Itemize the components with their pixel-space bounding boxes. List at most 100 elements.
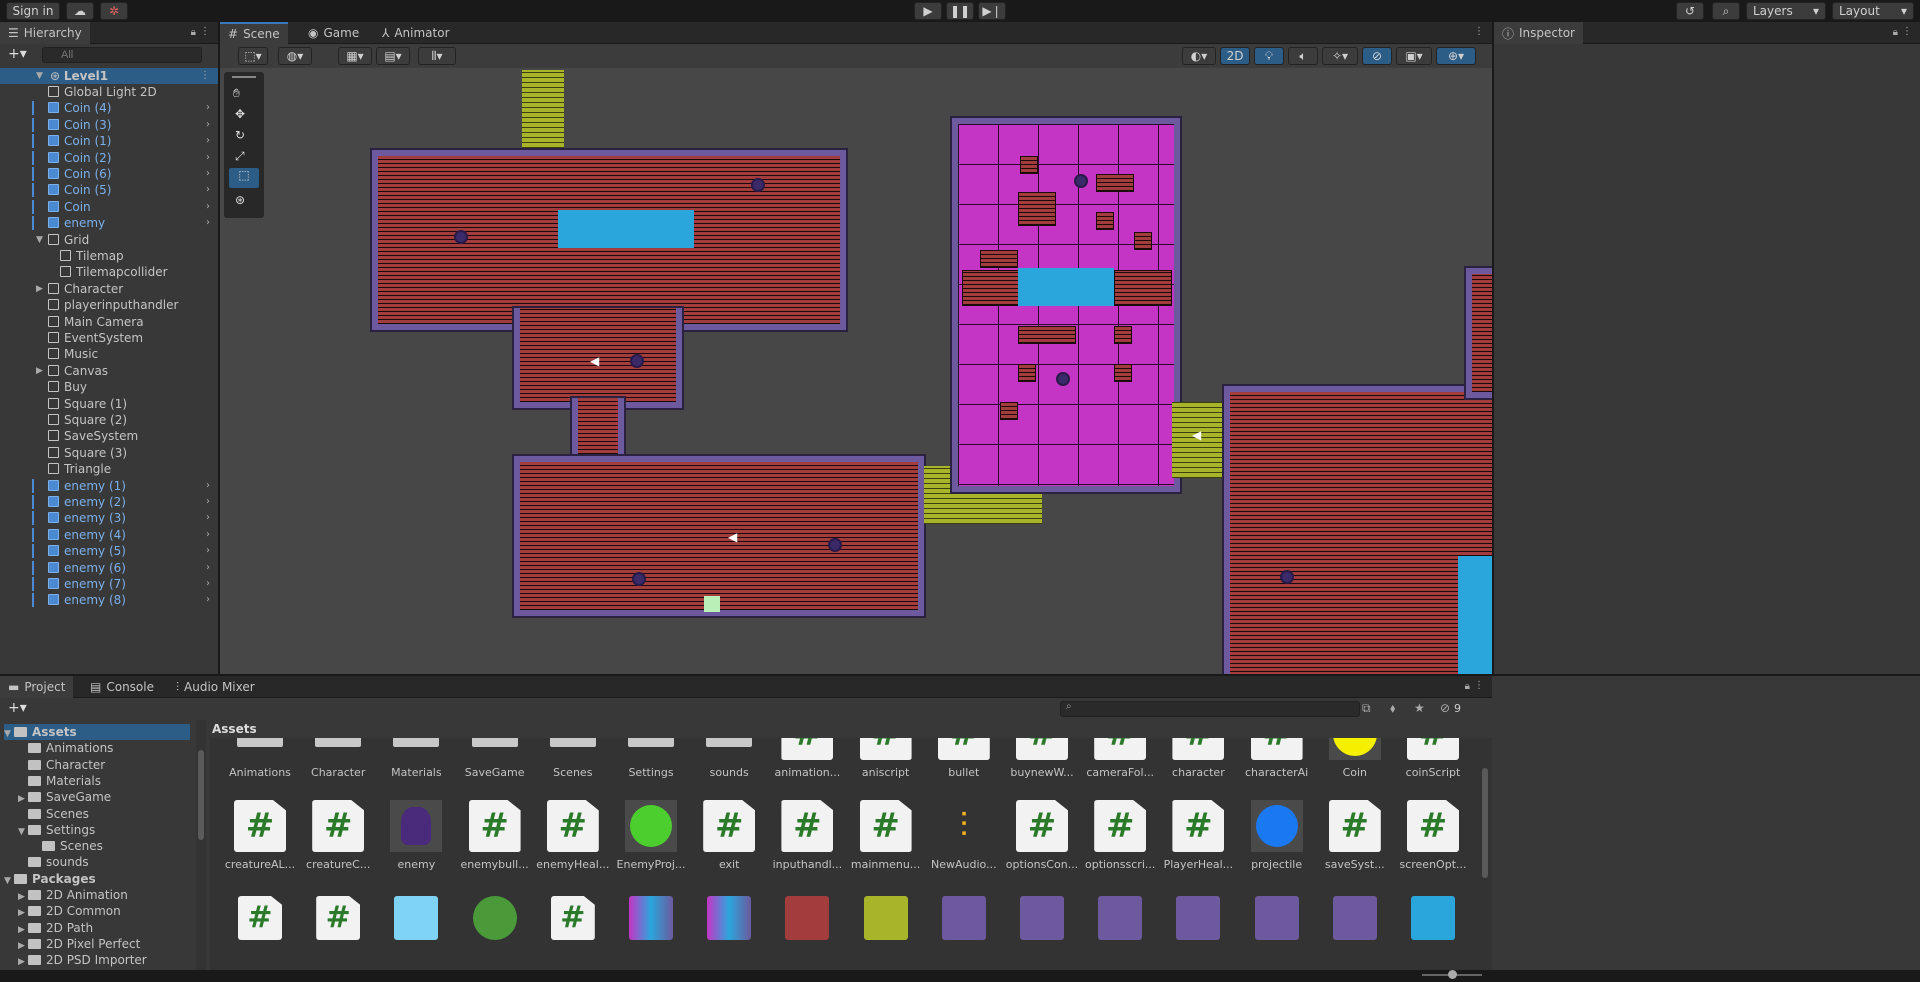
hierarchy-item[interactable]: Square (2) [0, 412, 218, 428]
tab-game[interactable]: ◉ Game [300, 22, 367, 44]
asset-item[interactable]: EnemyProj... [611, 800, 691, 871]
asset-item[interactable]: # animation... [767, 738, 847, 779]
asset-item[interactable]: # enemyHeal... [533, 800, 613, 871]
hierarchy-item[interactable]: Music [0, 346, 218, 362]
asset-item[interactable]: # creatureAL... [220, 800, 300, 871]
snap-increment-icon[interactable]: ▤▾ [376, 47, 410, 65]
hierarchy-item[interactable]: Coin (1) › [0, 133, 218, 149]
more-icon[interactable]: ⋮ [1474, 680, 1484, 691]
scale-tool-icon[interactable]: ⤢ [235, 149, 245, 164]
asset-item[interactable]: # saveSyst... [1315, 800, 1395, 871]
expand-arrow-icon[interactable]: ▼ [4, 873, 14, 889]
hidden-objects-icon[interactable]: ⊘ [1362, 47, 1392, 65]
draw-mode-button[interactable]: ⬚▾ [238, 47, 268, 65]
hierarchy-item[interactable]: playerinputhandler [0, 297, 218, 313]
hierarchy-item[interactable]: enemy (5) › [0, 543, 218, 559]
wall-tile-icon[interactable] [1332, 896, 1377, 940]
chevron-right-icon[interactable]: › [206, 510, 210, 526]
tab-animator[interactable]: ⅄ Animator [374, 22, 458, 44]
project-tree-item[interactable]: Scenes [32, 838, 190, 854]
enemy-sprite[interactable] [634, 574, 644, 584]
asset-item[interactable]: # creatureC... [298, 800, 378, 871]
tree-scrollbar[interactable] [196, 720, 206, 970]
hierarchy-item[interactable]: Global Light 2D [0, 84, 218, 100]
project-tree-item[interactable]: ▶ 2D Animation [18, 887, 190, 903]
tab-hierarchy[interactable]: ☰ Hierarchy [0, 22, 90, 44]
hierarchy-search-input[interactable] [42, 47, 202, 63]
scene-viewport[interactable]: ✋︎ ✥ ↻ ⤢ ⬚ ⊛ ◀ ◀ ◀ [220, 68, 1492, 674]
hierarchy-item[interactable]: enemy (7) › [0, 576, 218, 592]
slime-sprite-icon[interactable] [472, 896, 517, 940]
csharp-script-icon[interactable]: # [550, 896, 595, 940]
project-tree-item[interactable]: ▼ Packages [4, 871, 190, 887]
zoom-slider-thumb[interactable] [1448, 970, 1457, 979]
water-tile-icon[interactable] [1411, 896, 1455, 940]
enemy-sprite[interactable] [753, 180, 763, 190]
filter-label-icon[interactable]: ⬧ [1390, 701, 1395, 716]
asset-item[interactable]: # optionsCon... [1002, 800, 1082, 871]
favorite-star-icon[interactable]: ★ [1414, 701, 1425, 715]
asset-item[interactable]: # enemybull... [455, 800, 535, 871]
tab-audio-mixer[interactable]: ⫶ Audio Mixer [168, 676, 263, 698]
expand-arrow-icon[interactable]: ▶ [18, 954, 28, 970]
grid-snap-icon[interactable]: ▦▾ [338, 47, 372, 65]
hierarchy-item[interactable]: enemy (6) › [0, 560, 218, 576]
more-icon[interactable]: ⋮ [1474, 26, 1484, 37]
wall-tile-icon[interactable] [1254, 896, 1299, 940]
sign-in-button[interactable]: Sign in [6, 2, 60, 20]
expand-arrow-icon[interactable]: ▼ [4, 726, 14, 742]
expand-arrow-icon[interactable]: ▼ [36, 68, 46, 84]
collab-icon[interactable]: ✲ [100, 2, 128, 20]
hierarchy-item[interactable]: enemy (1) › [0, 478, 218, 494]
asset-item[interactable]: # characterAi [1237, 738, 1317, 779]
csharp-script-icon[interactable]: # [316, 896, 361, 940]
asset-item[interactable]: # inputhandl... [767, 800, 847, 871]
expand-arrow-icon[interactable]: ▼ [36, 232, 46, 248]
hierarchy-item[interactable]: Coin (3) › [0, 117, 218, 133]
project-tree-item[interactable]: sounds [18, 854, 190, 870]
more-icon[interactable]: ⋮ [1902, 26, 1912, 37]
layout-dropdown[interactable]: Layout ▾ [1832, 2, 1914, 20]
prefab-cube-icon[interactable] [394, 896, 439, 940]
asset-item[interactable]: # buynewW... [1002, 738, 1082, 779]
hand-tool-icon[interactable]: ✋︎ [233, 86, 240, 101]
asset-item[interactable]: # exit [689, 800, 769, 871]
filter-type-icon[interactable]: ⧉ [1362, 701, 1371, 716]
asset-item[interactable]: Character [298, 738, 378, 779]
drag-handle-icon[interactable] [232, 76, 256, 78]
audio-icon[interactable]: 🔈︎ [1288, 47, 1318, 65]
expand-arrow-icon[interactable]: ▶ [36, 363, 46, 379]
breadcrumb-assets[interactable]: Assets [212, 722, 257, 736]
effects-icon[interactable]: ✧▾ [1322, 47, 1358, 65]
chevron-right-icon[interactable]: › [206, 199, 210, 215]
hierarchy-item[interactable]: Square (1) [0, 396, 218, 412]
tab-console[interactable]: ▤ Console [82, 676, 162, 698]
asset-item[interactable]: # aniscript [846, 738, 926, 779]
hierarchy-item[interactable]: Coin (5) › [0, 182, 218, 198]
camera-icon[interactable]: ▣▾ [1396, 47, 1432, 65]
align-icon[interactable]: ⫴▾ [418, 47, 456, 65]
play-button[interactable]: ▶ [914, 2, 942, 20]
asset-item[interactable]: # optionsscri... [1080, 800, 1160, 871]
project-tree-item[interactable]: ▶ 2D PSD Importer [18, 952, 190, 968]
tab-project[interactable]: ▬ Project [0, 676, 74, 698]
hierarchy-item[interactable]: ▼ Grid [0, 232, 218, 248]
project-tree-item[interactable]: ▶ SaveGame [18, 789, 190, 805]
chevron-right-icon[interactable]: › [206, 592, 210, 608]
search-icon[interactable]: ⌕ [1712, 2, 1740, 20]
expand-arrow-icon[interactable]: ▶ [36, 281, 46, 297]
enemy-sprite[interactable] [456, 232, 466, 242]
hierarchy-item[interactable]: ▶ Character [0, 281, 218, 297]
asset-item[interactable]: SaveGame [455, 738, 535, 779]
asset-item[interactable]: # PlayerHeal... [1158, 800, 1238, 871]
hierarchy-item[interactable]: enemy (3) › [0, 510, 218, 526]
asset-item[interactable]: Settings [611, 738, 691, 779]
wall-tile-icon[interactable] [1020, 896, 1064, 940]
layers-dropdown[interactable]: Layers ▾ [1746, 2, 1826, 20]
chevron-right-icon[interactable]: › [206, 182, 210, 198]
enemy-sprite[interactable] [632, 356, 642, 366]
brick-tile-icon[interactable] [785, 896, 830, 940]
lighting-icon[interactable]: 💡︎ [1254, 47, 1284, 65]
hierarchy-item[interactable]: Coin › [0, 199, 218, 215]
toggle-2d-button[interactable]: 2D [1220, 47, 1250, 65]
